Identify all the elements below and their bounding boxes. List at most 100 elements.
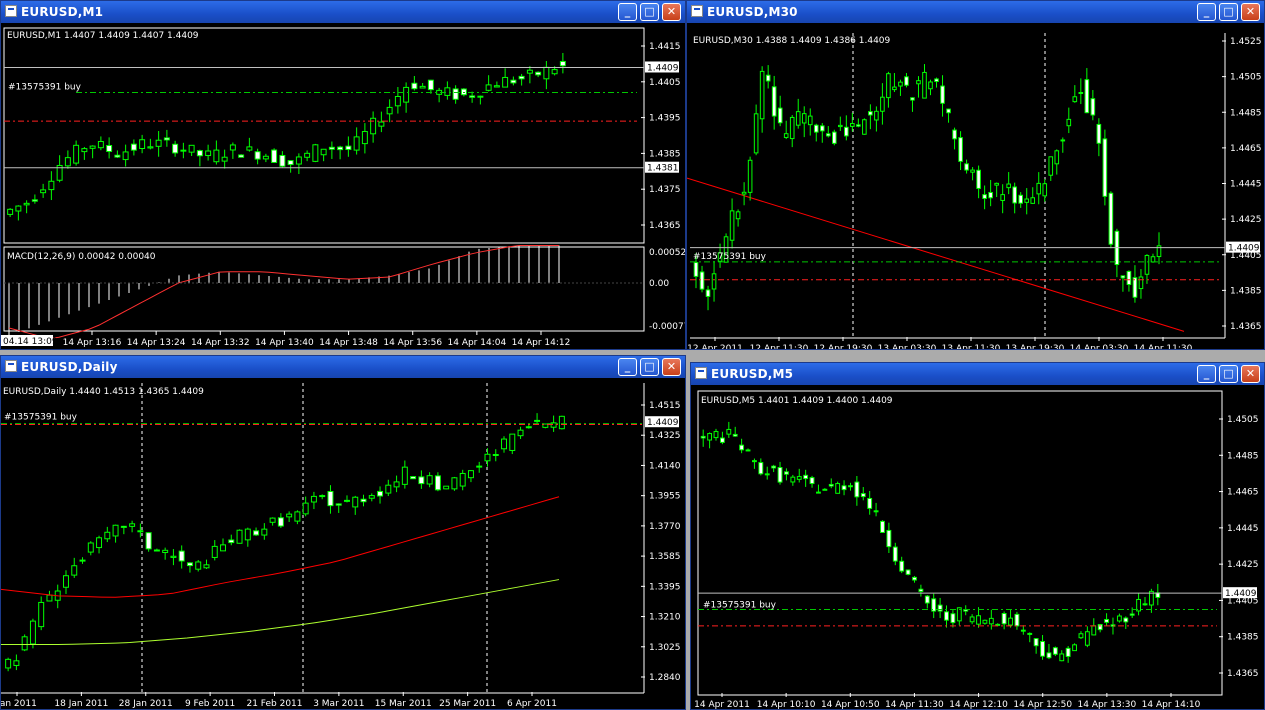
price-tag-label: 1.4409 — [1228, 244, 1260, 254]
window-titlebar[interactable]: EURUSD,M30 _ □ ✕ — [687, 1, 1264, 23]
macd-tick-label: 0.00 — [649, 279, 669, 289]
candle-body — [335, 503, 342, 506]
candle-body — [880, 96, 885, 112]
candle-body — [1052, 647, 1058, 655]
candle-body — [1091, 625, 1097, 636]
candle-body — [831, 131, 837, 144]
window-titlebar[interactable]: EURUSD,M5 _ □ ✕ — [691, 363, 1264, 385]
y-axis-tick-label: 1.4395 — [649, 114, 681, 124]
x-axis-tick-label: 14 Apr 12:50 — [1013, 700, 1072, 710]
macd-tick-label: 0.00052 — [649, 248, 686, 258]
candle-body — [328, 146, 335, 150]
candle-body — [1108, 192, 1114, 245]
close-button[interactable]: ✕ — [1241, 365, 1260, 383]
candle-body — [130, 143, 137, 151]
minimize-button[interactable]: _ — [1197, 365, 1216, 383]
close-button[interactable]: ✕ — [662, 358, 681, 376]
y-axis-tick-label: 1.4365 — [1230, 322, 1262, 332]
candle-body — [477, 95, 484, 98]
window-eurusd-daily[interactable]: EURUSD,Daily _ □ ✕ EURUSD,Daily 1.4440 1… — [0, 355, 686, 710]
candle-body — [976, 615, 981, 625]
x-axis-tick-label: 13 Apr 19:30 — [1006, 344, 1065, 350]
candle-body — [764, 473, 770, 476]
chart-info-label: EURUSD,M1 1.4407 1.4409 1.4407 1.4409 — [7, 31, 199, 41]
price-tag-label: 1.4409 — [647, 63, 679, 73]
candle-body — [729, 210, 735, 241]
x-axis-tick-label: 14 Apr 13:48 — [319, 338, 378, 348]
candle-body — [443, 485, 450, 490]
maximize-button[interactable]: □ — [640, 3, 659, 21]
candle-body — [771, 86, 777, 117]
chart-area[interactable]: EURUSD,Daily 1.4440 1.4513 1.4365 1.4409… — [1, 378, 685, 709]
candle-body — [312, 144, 319, 162]
window-titlebar[interactable]: EURUSD,Daily _ □ ✕ — [1, 356, 685, 378]
candle-body — [63, 575, 69, 588]
candle-body — [147, 146, 154, 149]
candle-body — [319, 495, 326, 498]
candle-body — [195, 561, 202, 570]
candle-body — [370, 117, 377, 135]
candle-body — [81, 148, 88, 153]
minimize-button[interactable]: _ — [618, 358, 637, 376]
maximize-button[interactable]: □ — [640, 358, 659, 376]
chart-area[interactable]: EURUSD,M5 1.4401 1.4409 1.4400 1.4409 1.4… — [691, 385, 1264, 709]
maximize-button[interactable]: □ — [1219, 3, 1238, 21]
candle-body — [886, 529, 892, 548]
price-chart-svg[interactable]: EURUSD,M30 1.4388 1.4409 1.4386 1.4409 1.… — [687, 23, 1265, 350]
candle-body — [946, 108, 951, 114]
price-chart-svg[interactable]: EURUSD,Daily 1.4440 1.4513 1.4365 1.4409… — [1, 378, 686, 710]
candle-body — [1014, 613, 1020, 627]
candle-body — [699, 271, 705, 290]
candle-body — [976, 169, 981, 189]
candle-body — [790, 476, 796, 483]
moving-average-red — [1, 496, 560, 598]
price-chart-svg[interactable]: EURUSD,M5 1.4401 1.4409 1.4400 1.4409 1.4… — [691, 385, 1265, 710]
price-tag-label: 1.4409 — [647, 418, 679, 428]
y-axis-tick-label: 1.4505 — [1230, 73, 1262, 83]
x-axis-tick-label: 14 Apr 11:30 — [1134, 344, 1193, 350]
candle-body — [1048, 156, 1054, 176]
candle-body — [1046, 652, 1052, 659]
window-titlebar[interactable]: EURUSD,M1 _ □ ✕ — [1, 1, 685, 23]
price-chart-svg[interactable]: EURUSD,M1 1.4407 1.4409 1.4407 1.4409 1.4… — [1, 23, 686, 350]
candle-body — [229, 144, 236, 151]
candle-body — [711, 273, 717, 290]
chart-area[interactable]: EURUSD,M1 1.4407 1.4409 1.4407 1.4409 1.4… — [1, 23, 685, 349]
candle-body — [1102, 138, 1108, 197]
minimize-button[interactable]: _ — [618, 3, 637, 21]
x-axis-tick-label: 14 Apr 14:04 — [448, 338, 507, 348]
candle-body — [401, 466, 408, 485]
y-axis-tick-label: 1.3395 — [649, 582, 681, 592]
window-eurusd-m30[interactable]: EURUSD,M30 _ □ ✕ EURUSD,M30 1.4388 1.440… — [686, 0, 1265, 350]
candle-body — [394, 95, 401, 107]
candle-body — [880, 520, 885, 533]
candle-body — [244, 528, 251, 541]
candle-body — [452, 88, 459, 100]
y-axis-tick-label: 1.4325 — [649, 431, 681, 441]
candle-body — [1129, 613, 1135, 616]
x-axis-tick-label: 15 Mar 2011 — [375, 699, 432, 709]
candle-body — [1027, 632, 1033, 635]
close-button[interactable]: ✕ — [1241, 3, 1260, 21]
candle-body — [254, 151, 261, 160]
candle-body — [385, 484, 392, 494]
candle-body — [411, 82, 418, 90]
close-button[interactable]: ✕ — [662, 3, 681, 21]
candle-body — [1084, 79, 1090, 114]
window-eurusd-m5[interactable]: EURUSD,M5 _ □ ✕ EURUSD,M5 1.4401 1.4409 … — [690, 362, 1265, 710]
candle-body — [700, 435, 706, 439]
candle-body — [844, 126, 849, 137]
minimize-button[interactable]: _ — [1197, 3, 1216, 21]
macd-info-label: MACD(12,26,9) 0.00042 0.00040 — [7, 252, 156, 262]
candle-body — [934, 78, 939, 82]
candle-body — [344, 499, 350, 502]
chart-area[interactable]: EURUSD,M30 1.4388 1.4409 1.4386 1.4409 1.… — [687, 23, 1264, 349]
window-eurusd-m1[interactable]: EURUSD,M1 _ □ ✕ EURUSD,M1 1.4407 1.4409 … — [0, 0, 686, 350]
candle-body — [1018, 194, 1024, 204]
candle-body — [816, 491, 821, 494]
maximize-button[interactable]: □ — [1219, 365, 1238, 383]
candle-body — [410, 476, 417, 480]
candle-body — [807, 115, 813, 126]
candle-body — [765, 74, 771, 82]
candle-body — [122, 151, 129, 161]
